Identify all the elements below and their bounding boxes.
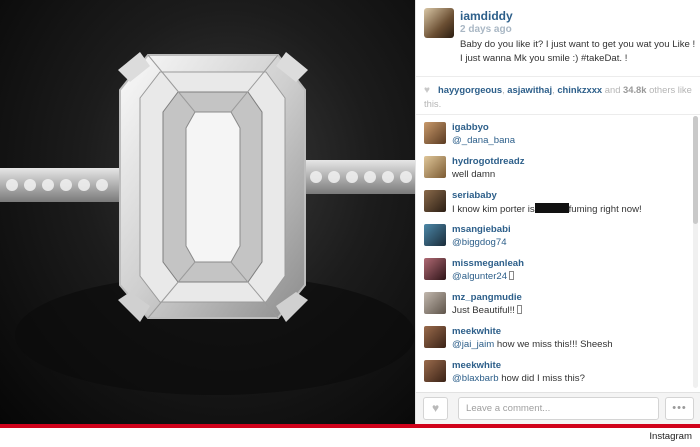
list-item: msangiebabi @biggdog74 bbox=[416, 221, 694, 255]
unknown-glyph-icon bbox=[516, 305, 522, 314]
list-item: igabbyo @_dana_bana bbox=[416, 119, 694, 153]
post-caption: Baby do you like it? I just want to get … bbox=[460, 39, 696, 64]
avatar[interactable] bbox=[424, 258, 446, 280]
heart-icon: ♥ bbox=[424, 85, 430, 96]
liker-link[interactable]: chinkzxxx bbox=[557, 84, 602, 95]
watermark-label: Instagram bbox=[649, 431, 692, 442]
list-item: seriababy I know kim porter is fuming rig… bbox=[416, 187, 694, 221]
comment-text: @algunter24 bbox=[452, 271, 515, 282]
comment-text: @biggdog74 bbox=[452, 237, 507, 248]
comment-username[interactable]: msangiebabi bbox=[452, 224, 511, 235]
instagram-post-frame: iamdiddy 2 days ago Baby do you like it?… bbox=[0, 0, 700, 424]
comment-username[interactable]: hydrogotdreadz bbox=[452, 156, 525, 167]
list-item: meekwhite @blaxbarb how did I miss this? bbox=[416, 357, 694, 391]
comment-text: @blaxbarb how did I miss this? bbox=[452, 373, 585, 384]
avatar[interactable] bbox=[424, 326, 446, 348]
list-item: mz_pangmudie Just Beautiful!! bbox=[416, 289, 694, 323]
like-button[interactable]: ♥ bbox=[423, 397, 448, 420]
liker-link[interactable]: hayygorgeous bbox=[438, 84, 502, 95]
unknown-glyph-icon bbox=[509, 271, 515, 280]
avatar[interactable] bbox=[424, 156, 446, 178]
avatar[interactable] bbox=[424, 8, 454, 38]
comment-username[interactable]: seriababy bbox=[452, 190, 497, 201]
comment-username[interactable]: missmeganleah bbox=[452, 258, 524, 269]
comment-mention[interactable]: @jai_jaim bbox=[452, 339, 494, 350]
post-photo[interactable] bbox=[0, 0, 415, 424]
accent-divider bbox=[0, 424, 700, 428]
avatar[interactable] bbox=[424, 122, 446, 144]
diamond-ring-image bbox=[0, 52, 415, 395]
comment-text-value: how we miss this!!! Sheesh bbox=[494, 339, 613, 350]
comment-text-value: how did I miss this? bbox=[498, 373, 585, 384]
post-username[interactable]: iamdiddy bbox=[460, 9, 513, 23]
likes-summary: ♥ hayygorgeous, asjawithaj, chinkzxxx and… bbox=[416, 76, 700, 110]
comment-username[interactable]: meekwhite bbox=[452, 360, 501, 371]
comment-text-before: I know kim porter is bbox=[452, 204, 535, 215]
more-options-button[interactable]: ••• bbox=[665, 397, 694, 420]
comment-mention[interactable]: @_dana_bana bbox=[452, 135, 515, 146]
liker-link[interactable]: asjawithaj bbox=[507, 84, 552, 95]
comment-text: well damn bbox=[452, 169, 496, 180]
comment-input[interactable] bbox=[458, 397, 659, 420]
post-timestamp[interactable]: 2 days ago bbox=[460, 24, 512, 35]
comment-username[interactable]: meekwhite bbox=[452, 326, 501, 337]
comment-username[interactable]: mz_pangmudie bbox=[452, 292, 522, 303]
comment-text: I know kim porter is fuming right now! bbox=[452, 203, 642, 215]
likes-and-text: and bbox=[602, 84, 624, 95]
heart-icon: ♥ bbox=[431, 401, 440, 415]
list-item: meekwhite @jai_jaim how we miss this!!! … bbox=[416, 323, 694, 357]
comment-text-value: Just Beautiful!! bbox=[452, 305, 515, 316]
list-item: missmeganleah @algunter24 bbox=[416, 255, 694, 289]
comment-mention[interactable]: @algunter24 bbox=[452, 271, 507, 282]
comment-text: Just Beautiful!! bbox=[452, 305, 522, 316]
post-header: iamdiddy 2 days ago Baby do you like it?… bbox=[416, 0, 700, 72]
redaction-bar bbox=[534, 203, 569, 213]
comment-text: @jai_jaim how we miss this!!! Sheesh bbox=[452, 339, 613, 350]
comment-username[interactable]: igabbyo bbox=[452, 122, 489, 133]
likes-count[interactable]: 34.8k bbox=[623, 84, 646, 95]
scrollbar-thumb[interactable] bbox=[693, 116, 698, 224]
comments-list[interactable]: igabbyo @_dana_bana hydrogotdreadz well … bbox=[416, 114, 700, 392]
list-item: hydrogotdreadz well damn bbox=[416, 153, 694, 187]
comment-text: @_dana_bana bbox=[452, 135, 515, 146]
avatar[interactable] bbox=[424, 292, 446, 314]
avatar[interactable] bbox=[424, 190, 446, 212]
comment-mention[interactable]: @biggdog74 bbox=[452, 237, 507, 248]
avatar[interactable] bbox=[424, 224, 446, 246]
comment-mention[interactable]: @blaxbarb bbox=[452, 373, 499, 384]
post-sidebar: iamdiddy 2 days ago Baby do you like it?… bbox=[415, 0, 700, 424]
avatar[interactable] bbox=[424, 360, 446, 382]
comment-text-after: fuming right now! bbox=[568, 204, 642, 215]
comment-bar: ♥ ••• bbox=[416, 392, 700, 424]
comments-scrollbar[interactable] bbox=[693, 116, 698, 388]
